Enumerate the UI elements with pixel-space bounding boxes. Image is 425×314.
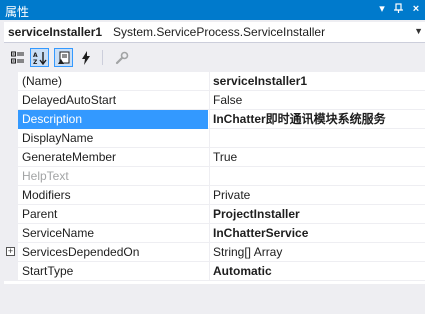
events-button[interactable] [76, 48, 95, 67]
description-pane [4, 284, 425, 314]
property-value[interactable]: False [209, 91, 425, 110]
property-grid: (Name) serviceInstaller1 DelayedAutoStart F… [4, 72, 425, 284]
panel-title: 属性 [5, 5, 30, 19]
alphabetical-button[interactable]: A Z [30, 48, 49, 67]
properties-icon [57, 51, 69, 64]
property-name[interactable]: DisplayName [18, 129, 208, 148]
property-value[interactable] [209, 129, 425, 148]
property-value[interactable]: serviceInstaller1 [209, 72, 425, 91]
property-name[interactable]: HelpText [18, 167, 208, 186]
categorized-icon [10, 51, 24, 63]
properties-button[interactable] [54, 48, 73, 67]
property-value[interactable]: Automatic [209, 262, 425, 281]
svg-text:A: A [33, 52, 38, 59]
row-gutter [4, 129, 18, 148]
property-row[interactable]: Modifiers Private [4, 186, 425, 205]
property-name[interactable]: Description [18, 110, 208, 129]
auto-hide-pin-icon[interactable] [392, 2, 406, 16]
chevron-down-icon[interactable]: ▼ [414, 26, 423, 36]
property-value[interactable]: True [209, 148, 425, 167]
row-gutter [4, 186, 18, 205]
property-name[interactable]: StartType [18, 262, 208, 281]
row-gutter [4, 262, 18, 281]
property-value[interactable] [209, 167, 425, 186]
row-gutter [4, 72, 18, 91]
row-gutter [4, 205, 18, 224]
property-row[interactable]: Description InChatter即时通讯模块系统服务 [4, 110, 425, 129]
categorized-button[interactable] [8, 48, 27, 67]
property-row[interactable]: GenerateMember True [4, 148, 425, 167]
property-row[interactable]: HelpText [4, 167, 425, 186]
selected-object-name: serviceInstaller1 [8, 25, 103, 39]
svg-text:Z: Z [33, 59, 38, 65]
properties-toolbar: A Z [4, 46, 425, 69]
property-row[interactable]: Parent ProjectInstaller [4, 205, 425, 224]
selected-object-type: System.ServiceProcess.ServiceInstaller [113, 25, 326, 39]
close-icon[interactable]: × [409, 2, 423, 16]
events-icon [81, 50, 90, 65]
object-selector[interactable]: serviceInstaller1 System.ServiceProcess.… [4, 22, 425, 43]
property-value[interactable]: InChatter即时通讯模块系统服务 [209, 110, 425, 129]
property-row[interactable]: StartType Automatic [4, 262, 425, 281]
row-gutter [4, 91, 18, 110]
alphabetical-icon: A Z [33, 51, 47, 65]
property-name[interactable]: Modifiers [18, 186, 208, 205]
row-gutter [4, 167, 18, 186]
property-row[interactable]: + ServicesDependedOn String[] Array [4, 243, 425, 262]
property-value[interactable]: InChatterService [209, 224, 425, 243]
property-value[interactable]: ProjectInstaller [209, 205, 425, 224]
property-pages-button[interactable] [112, 48, 131, 67]
expand-icon[interactable]: + [6, 247, 15, 256]
property-name[interactable]: ServiceName [18, 224, 208, 243]
toolbar-separator [102, 50, 103, 65]
property-name[interactable]: GenerateMember [18, 148, 208, 167]
property-name[interactable]: DelayedAutoStart [18, 91, 208, 110]
row-gutter [4, 148, 18, 167]
row-gutter: + [4, 243, 18, 262]
property-value[interactable]: Private [209, 186, 425, 205]
row-gutter [4, 110, 18, 129]
property-name[interactable]: ServicesDependedOn [18, 243, 208, 262]
property-row[interactable]: (Name) serviceInstaller1 [4, 72, 425, 91]
property-value[interactable]: String[] Array [209, 243, 425, 262]
property-name[interactable]: Parent [18, 205, 208, 224]
property-row[interactable]: DisplayName [4, 129, 425, 148]
property-row[interactable]: ServiceName InChatterService [4, 224, 425, 243]
row-gutter [4, 224, 18, 243]
panel-title-bar: 属性 ▾ × [0, 0, 425, 20]
wrench-icon [115, 51, 128, 64]
property-name[interactable]: (Name) [18, 72, 208, 91]
property-row[interactable]: DelayedAutoStart False [4, 91, 425, 110]
window-position-dropdown-icon[interactable]: ▾ [375, 2, 389, 16]
